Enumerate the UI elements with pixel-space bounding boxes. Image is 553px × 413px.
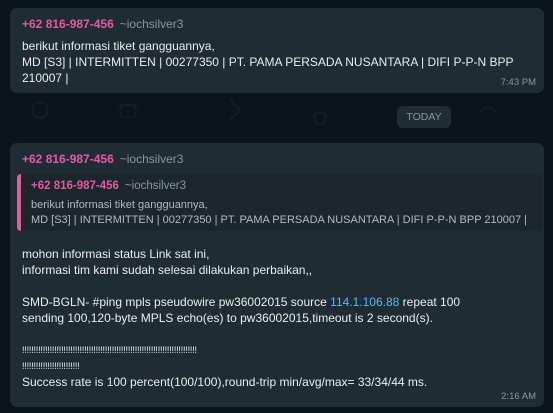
date-divider: TODAY xyxy=(397,106,451,128)
sender-phone[interactable]: +62 816-987-456 xyxy=(22,17,114,31)
quoted-message[interactable]: +62 816-987-456 ~iochsilver3 berikut info… xyxy=(17,174,542,231)
sender-alias: ~iochsilver3 xyxy=(119,17,184,31)
message-time: 2:16 AM xyxy=(501,391,536,402)
quoted-sender: +62 816-987-456 ~iochsilver3 xyxy=(31,180,186,192)
message-line: berikut informasi tiket gangguannya, xyxy=(22,39,215,53)
message-line: SMD-BGLN- #ping mpls pseudowire pw360020… xyxy=(22,294,460,310)
message-time: 7:43 PM xyxy=(500,77,536,88)
message-line: 210007 | xyxy=(22,71,69,85)
ping-command-suffix: repeat 100 xyxy=(399,295,461,309)
message-sender[interactable]: +62 816-987-456 ~iochsilver3 xyxy=(22,152,183,166)
message-text: mohon informasi status Link sat ini, inf… xyxy=(22,246,460,390)
sender-phone[interactable]: +62 816-987-456 xyxy=(22,152,114,166)
message-sender[interactable]: +62 816-987-456 ~iochsilver3 xyxy=(22,17,183,31)
message-bubble-1[interactable]: +62 816-987-456 ~iochsilver3 berikut info… xyxy=(10,8,544,93)
quoted-sender-alias: ~iochsilver3 xyxy=(124,180,186,192)
message-line: !!!!!!!!!!!!!!!!!!!!!!!!!!!!!!!!!!!!!!!!… xyxy=(22,345,197,355)
quoted-sender-phone: +62 816-987-456 xyxy=(31,180,119,192)
message-line: !!!!!!!!!!!!!!!!!!!!!!!!! xyxy=(22,361,80,371)
sender-alias: ~iochsilver3 xyxy=(119,152,184,166)
quoted-line: MD [S3] | INTERMITTEN | 00277350 | PT. P… xyxy=(31,214,528,226)
quoted-line: berikut informasi tiket gangguannya, xyxy=(31,199,208,211)
message-bubble-2[interactable]: +62 816-987-456 ~iochsilver3 +62 816-987-… xyxy=(10,143,544,407)
ping-command-prefix: SMD-BGLN- #ping mpls pseudowire pw360020… xyxy=(22,295,331,309)
message-text: berikut informasi tiket gangguannya, MD … xyxy=(22,38,513,86)
message-line: Success rate is 100 percent(100/100),rou… xyxy=(22,375,428,389)
message-line: MD [S3] | INTERMITTEN | 00277350 | PT. P… xyxy=(22,55,514,69)
ip-link[interactable]: 114.1.106.88 xyxy=(330,295,399,309)
message-line: sending 100,120-byte MPLS echo(es) to pw… xyxy=(22,311,433,325)
message-line: mohon informasi status Link sat ini, xyxy=(22,247,210,261)
quoted-text: berikut informasi tiket gangguannya, MD … xyxy=(31,198,527,228)
message-line: informasi tim kami sudah selesai dilakuk… xyxy=(22,263,313,277)
